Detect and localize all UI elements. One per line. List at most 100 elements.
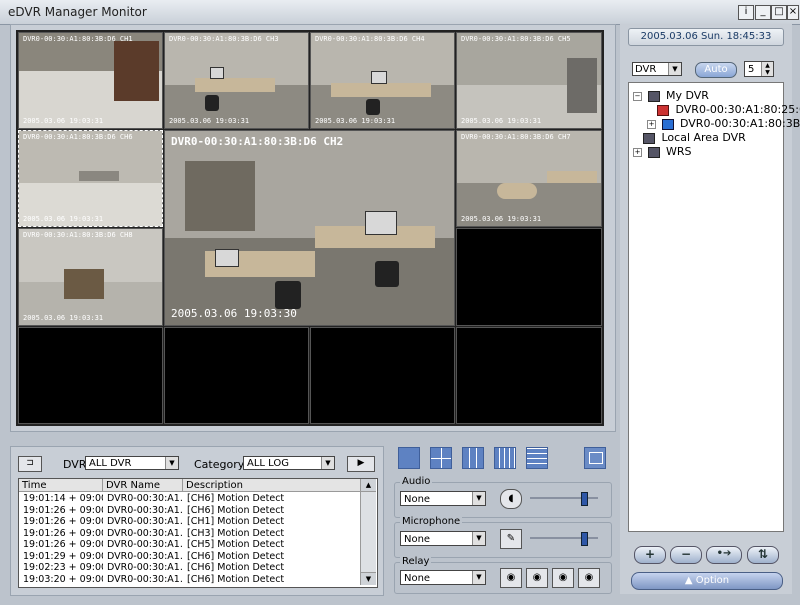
log-row[interactable]: 19:03:20 + 09:00 DVR0-00:30:A1... [CH6] Mo… <box>19 574 361 585</box>
video-grid: DVR0-00:30:A1:80:3B:D6 CH1 2005.03.06 19… <box>16 30 604 426</box>
log-row[interactable]: 19:01:26 + 09:00 DVR0-00:30:A1... [CH5] Mo… <box>19 539 361 550</box>
microphone-label: Microphone <box>400 516 463 527</box>
tree-label: DVR0-00:30:A1:80:25:6B <box>675 103 800 116</box>
camera-tile[interactable]: DVR0-00:30:A1:80:3B:D6 CH5 2005.03.06 19… <box>456 32 602 129</box>
tree-item-dvr[interactable]: DVR0-00:30:A1:80:25:6B <box>657 103 800 116</box>
log-description: [CH3] Motion Detect <box>187 527 285 539</box>
refresh-button[interactable]: ⇅ <box>747 546 779 564</box>
log-row[interactable]: 19:01:29 + 09:00 DVR0-00:30:A1... [CH6] Mo… <box>19 551 361 562</box>
log-scrollbar[interactable]: ▲ ▼ <box>360 479 376 585</box>
log-description: [CH6] Motion Detect <box>187 573 285 585</box>
layout-1-icon[interactable] <box>398 447 420 469</box>
camera-label: DVR0-00:30:A1:80:3B:D6 CH5 <box>461 35 571 43</box>
camera-tile-empty[interactable] <box>164 327 309 424</box>
relay-select[interactable]: None ▼ <box>400 570 486 585</box>
category-filter-label: Category <box>194 458 245 471</box>
audio-select[interactable]: None ▼ <box>400 491 486 506</box>
chevron-down-icon: ▼ <box>472 532 485 545</box>
log-time: 19:01:26 + 09:00 <box>23 516 103 527</box>
relay-1-icon[interactable]: ◉ <box>500 568 522 588</box>
camera-tile-selected[interactable]: DVR0-00:30:A1:80:3B:D6 CH6 2005.03.06 19… <box>18 130 163 227</box>
camera-timestamp: 2005.03.06 19:03:31 <box>169 117 250 125</box>
camera-tile-empty[interactable] <box>456 327 602 424</box>
relay-value: None <box>404 573 431 584</box>
maximize-button[interactable]: □ <box>771 5 787 20</box>
relay-3-icon[interactable]: ◉ <box>552 568 574 588</box>
column-header-description[interactable]: Description <box>183 479 361 492</box>
log-time: 19:02:23 + 09:00 <box>23 562 103 573</box>
microphone-select[interactable]: None ▼ <box>400 531 486 546</box>
scroll-up-icon[interactable]: ▲ <box>361 479 376 492</box>
log-row[interactable]: 19:01:14 + 09:00 DVR0-00:30:A1... [CH6] Mo… <box>19 493 361 504</box>
camera-timestamp: 2005.03.06 19:03:31 <box>315 117 396 125</box>
dvr-type-select[interactable]: DVR ▼ <box>632 62 682 76</box>
auto-button[interactable]: Auto <box>695 62 737 78</box>
scroll-down-icon[interactable]: ▼ <box>361 572 376 585</box>
info-button[interactable]: i <box>738 5 754 20</box>
dvr-filter-label: DVR <box>63 458 87 471</box>
log-row[interactable]: 19:01:26 + 09:00 DVR0-00:30:A1... [CH1] Mo… <box>19 516 361 527</box>
speaker-icon[interactable]: ◖ <box>500 489 522 509</box>
minimize-button[interactable]: _ <box>755 5 771 20</box>
category-filter-select[interactable]: ALL LOG ▼ <box>243 456 335 470</box>
tree-item-my-dvr[interactable]: − My DVR <box>633 89 709 102</box>
camera-tile[interactable]: DVR0-00:30:A1:80:3B:D6 CH3 2005.03.06 19… <box>164 32 309 129</box>
datetime-display: 2005.03.06 Sun. 18:45:33 <box>628 28 784 46</box>
tree-item-wrs[interactable]: + WRS <box>633 145 692 158</box>
connect-button[interactable]: •➔ <box>706 546 742 564</box>
log-row[interactable]: 19:01:26 + 09:00 DVR0-00:30:A1... [CH6] Mo… <box>19 505 361 516</box>
camera-tile-empty[interactable] <box>310 327 455 424</box>
tree-item-local-area-dvr[interactable]: Local Area DVR <box>643 131 746 144</box>
log-row[interactable]: 19:01:26 + 09:00 DVR0-00:30:A1... [CH3] Mo… <box>19 528 361 539</box>
camera-tile-empty[interactable] <box>456 228 602 326</box>
camera-tile-large[interactable]: DVR0-00:30:A1:80:3B:D6 CH2 2005.03.06 19… <box>164 130 455 326</box>
spinner-arrows-icon[interactable]: ▲ ▼ <box>761 62 773 76</box>
camera-offline-icon <box>657 104 669 116</box>
tree-item-dvr[interactable]: + DVR0-00:30:A1:80:3B:D6 <box>647 117 800 130</box>
camera-timestamp: 2005.03.06 19:03:31 <box>23 117 104 125</box>
log-dvr-name: DVR0-00:30:A1... <box>107 504 183 516</box>
camera-label: DVR0-00:30:A1:80:3B:D6 CH1 <box>23 35 133 43</box>
column-header-time[interactable]: Time <box>19 479 103 492</box>
camera-tile[interactable]: DVR0-00:30:A1:80:3B:D6 CH4 2005.03.06 19… <box>310 32 455 129</box>
log-description: [CH6] Motion Detect <box>187 493 285 504</box>
camera-timestamp: 2005.03.06 19:03:30 <box>171 307 297 320</box>
layout-4-icon[interactable] <box>430 447 452 469</box>
log-time: 19:01:29 + 09:00 <box>23 550 103 562</box>
microphone-icon[interactable]: ✎ <box>500 529 522 549</box>
relay-label: Relay <box>400 556 432 567</box>
log-description: [CH5] Motion Detect <box>187 539 285 550</box>
audio-slider-knob[interactable] <box>581 492 589 506</box>
camera-tile[interactable]: DVR0-00:30:A1:80:3B:D6 CH7 2005.03.06 19… <box>456 130 602 227</box>
dvr-filter-select[interactable]: ALL DVR ▼ <box>85 456 179 470</box>
option-button[interactable]: ▲ Option <box>631 572 783 590</box>
collapse-icon[interactable]: − <box>633 91 642 101</box>
chevron-down-icon: ▼ <box>472 492 485 505</box>
log-description: [CH6] Motion Detect <box>187 504 285 516</box>
layout-16-icon[interactable] <box>494 447 516 469</box>
network-icon <box>643 132 655 144</box>
fullscreen-icon[interactable] <box>584 447 606 469</box>
layout-9-icon[interactable] <box>462 447 484 469</box>
chevron-down-icon: ▼ <box>668 63 681 75</box>
close-button[interactable]: × <box>787 5 799 20</box>
remove-button[interactable]: − <box>670 546 702 564</box>
dvr-tree: − My DVR DVR0-00:30:A1:80:25:6B + DVR0-0… <box>628 82 800 532</box>
camera-tile[interactable]: DVR0-00:30:A1:80:3B:D6 CH8 2005.03.06 19… <box>18 228 163 326</box>
camera-tile-empty[interactable] <box>18 327 163 424</box>
play-icon[interactable]: ▶ <box>347 456 375 472</box>
add-button[interactable]: + <box>634 546 666 564</box>
camera-timestamp: 2005.03.06 19:03:31 <box>461 215 542 223</box>
relay-2-icon[interactable]: ◉ <box>526 568 548 588</box>
expand-icon[interactable]: + <box>633 147 642 157</box>
layout-custom-icon[interactable] <box>526 447 548 469</box>
log-row[interactable]: 19:02:23 + 09:00 DVR0-00:30:A1... [CH6] Mo… <box>19 562 361 573</box>
camera-label: DVR0-00:30:A1:80:3B:D6 CH3 <box>169 35 279 43</box>
relay-4-icon[interactable]: ◉ <box>578 568 600 588</box>
interval-spinner[interactable]: 5 ▲ ▼ <box>744 61 774 77</box>
log-view-icon[interactable]: ⊐ <box>18 456 42 472</box>
expand-icon[interactable]: + <box>647 119 656 129</box>
column-header-dvr-name[interactable]: DVR Name <box>103 479 183 492</box>
camera-tile[interactable]: DVR0-00:30:A1:80:3B:D6 CH1 2005.03.06 19… <box>18 32 163 129</box>
microphone-slider-knob[interactable] <box>581 532 589 546</box>
